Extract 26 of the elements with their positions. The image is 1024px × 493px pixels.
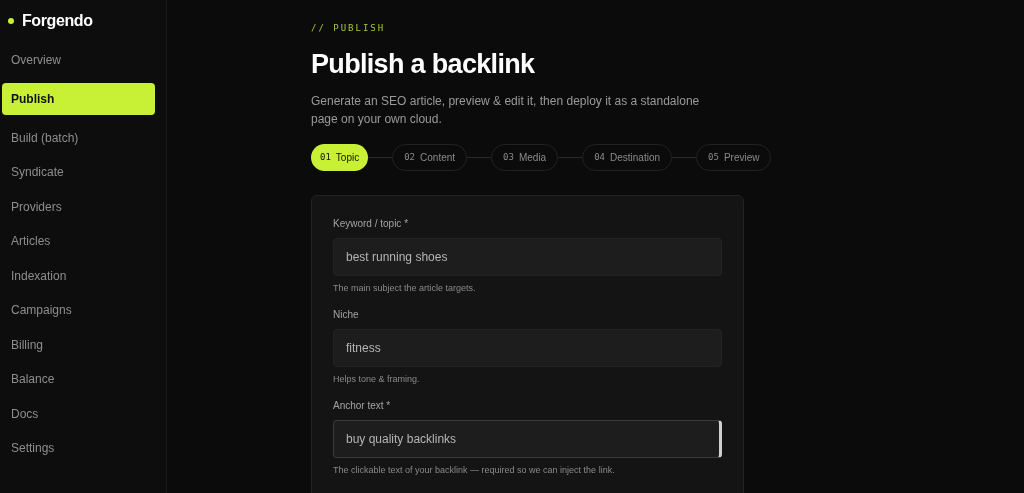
- sidebar-item[interactable]: Indexation: [2, 264, 164, 287]
- sidebar-item[interactable]: Overview: [2, 48, 164, 71]
- sidebar-item[interactable]: Build (batch): [2, 126, 164, 149]
- step-tab[interactable]: 01 Topic: [311, 144, 369, 171]
- field-help: Helps tone & framing.: [333, 373, 420, 385]
- page-title: Publish a backlink: [311, 48, 535, 80]
- field-help: The clickable text of your backlink — required so we can inject the link.: [333, 464, 615, 476]
- sidebar-item[interactable]: Docs: [2, 402, 164, 425]
- field-label: Niche: [333, 308, 359, 322]
- field-label: Keyword / topic *: [333, 217, 409, 231]
- input-field[interactable]: buy quality backlinks: [333, 420, 722, 458]
- sidebar-item[interactable]: Syndicate: [2, 160, 164, 184]
- sidebar-item[interactable]: Articles: [2, 229, 164, 253]
- sidebar-item[interactable]: Campaigns: [2, 298, 164, 322]
- sidebar-item[interactable]: Billing: [2, 333, 164, 356]
- sidebar-item[interactable]: Providers: [2, 195, 164, 218]
- sidebar-item[interactable]: Balance: [2, 367, 164, 391]
- eyebrow-label: // PUBLISH: [311, 22, 386, 35]
- sidebar-item[interactable]: Publish: [2, 82, 155, 115]
- field-help: The main subject the article targets.: [333, 282, 476, 294]
- field-label: Anchor text *: [333, 399, 391, 413]
- sidebar-item[interactable]: Settings: [2, 436, 164, 460]
- brand-name: Forgendo: [22, 11, 93, 31]
- input-field[interactable]: fitness: [333, 329, 722, 367]
- page-description: Generate an SEO article, preview & edit it, then deploy it as a standalone page on your own cloud.: [311, 93, 701, 128]
- input-field[interactable]: best running shoes: [333, 238, 722, 276]
